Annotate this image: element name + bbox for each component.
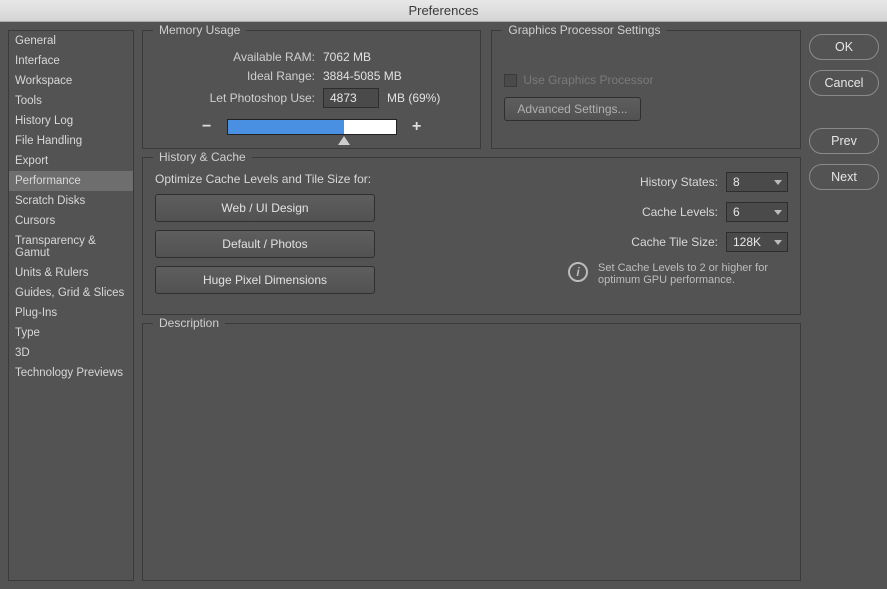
memory-decrease-button[interactable]: −	[197, 118, 217, 136]
next-button[interactable]: Next	[809, 164, 879, 190]
photoshop-use-suffix: MB (69%)	[387, 91, 440, 105]
sidebar-item-type[interactable]: Type	[9, 323, 133, 343]
ideal-range-label: Ideal Range:	[155, 69, 315, 83]
description-group: Description	[142, 323, 801, 581]
sidebar-item-units-rulers[interactable]: Units & Rulers	[9, 263, 133, 283]
use-gpu-label: Use Graphics Processor	[523, 73, 653, 87]
available-ram-label: Available RAM:	[155, 50, 315, 64]
sidebar-item-3d[interactable]: 3D	[9, 343, 133, 363]
info-icon: i	[568, 262, 588, 282]
photoshop-use-label: Let Photoshop Use:	[155, 91, 315, 105]
description-legend: Description	[153, 316, 225, 330]
use-gpu-checkbox[interactable]	[504, 74, 517, 87]
sidebar-item-history-log[interactable]: History Log	[9, 111, 133, 131]
info-text: Set Cache Levels to 2 or higher for opti…	[598, 262, 788, 286]
sidebar-item-cursors[interactable]: Cursors	[9, 211, 133, 231]
history-cache-group: History & Cache Optimize Cache Levels an…	[142, 157, 801, 315]
memory-legend: Memory Usage	[153, 23, 246, 37]
ok-button[interactable]: OK	[809, 34, 879, 60]
ideal-range-value: 3884-5085 MB	[323, 69, 402, 83]
prev-button[interactable]: Prev	[809, 128, 879, 154]
cache-tile-label: Cache Tile Size:	[631, 235, 718, 249]
memory-slider-thumb[interactable]	[338, 136, 350, 145]
sidebar-item-interface[interactable]: Interface	[9, 51, 133, 71]
web-ui-design-button[interactable]: Web / UI Design	[155, 194, 375, 222]
memory-slider-fill	[228, 120, 344, 134]
memory-slider[interactable]	[227, 119, 397, 135]
sidebar-item-plugins[interactable]: Plug-Ins	[9, 303, 133, 323]
preferences-sidebar: General Interface Workspace Tools Histor…	[8, 30, 134, 581]
history-states-label: History States:	[640, 175, 718, 189]
advanced-settings-button[interactable]: Advanced Settings...	[504, 97, 640, 121]
graphics-processor-group: Graphics Processor Settings Use Graphics…	[491, 30, 801, 149]
cache-tile-select[interactable]: 128K	[726, 232, 788, 252]
cache-levels-select[interactable]: 6	[726, 202, 788, 222]
sidebar-item-guides-grid-slices[interactable]: Guides, Grid & Slices	[9, 283, 133, 303]
huge-pixel-button[interactable]: Huge Pixel Dimensions	[155, 266, 375, 294]
sidebar-item-performance[interactable]: Performance	[9, 171, 133, 191]
cache-levels-label: Cache Levels:	[642, 205, 718, 219]
default-photos-button[interactable]: Default / Photos	[155, 230, 375, 258]
sidebar-item-general[interactable]: General	[9, 31, 133, 51]
sidebar-item-export[interactable]: Export	[9, 151, 133, 171]
sidebar-item-scratch-disks[interactable]: Scratch Disks	[9, 191, 133, 211]
sidebar-item-technology-previews[interactable]: Technology Previews	[9, 363, 133, 383]
optimize-hint: Optimize Cache Levels and Tile Size for:	[155, 172, 457, 186]
sidebar-item-file-handling[interactable]: File Handling	[9, 131, 133, 151]
gpu-legend: Graphics Processor Settings	[502, 23, 666, 37]
sidebar-item-transparency-gamut[interactable]: Transparency & Gamut	[9, 231, 133, 263]
sidebar-item-workspace[interactable]: Workspace	[9, 71, 133, 91]
photoshop-use-input[interactable]	[323, 88, 379, 108]
available-ram-value: 7062 MB	[323, 50, 371, 64]
cancel-button[interactable]: Cancel	[809, 70, 879, 96]
memory-usage-group: Memory Usage Available RAM: 7062 MB Idea…	[142, 30, 481, 149]
memory-increase-button[interactable]: +	[407, 118, 427, 136]
history-legend: History & Cache	[153, 150, 252, 164]
window-title: Preferences	[0, 0, 887, 22]
sidebar-item-tools[interactable]: Tools	[9, 91, 133, 111]
history-states-select[interactable]: 8	[726, 172, 788, 192]
